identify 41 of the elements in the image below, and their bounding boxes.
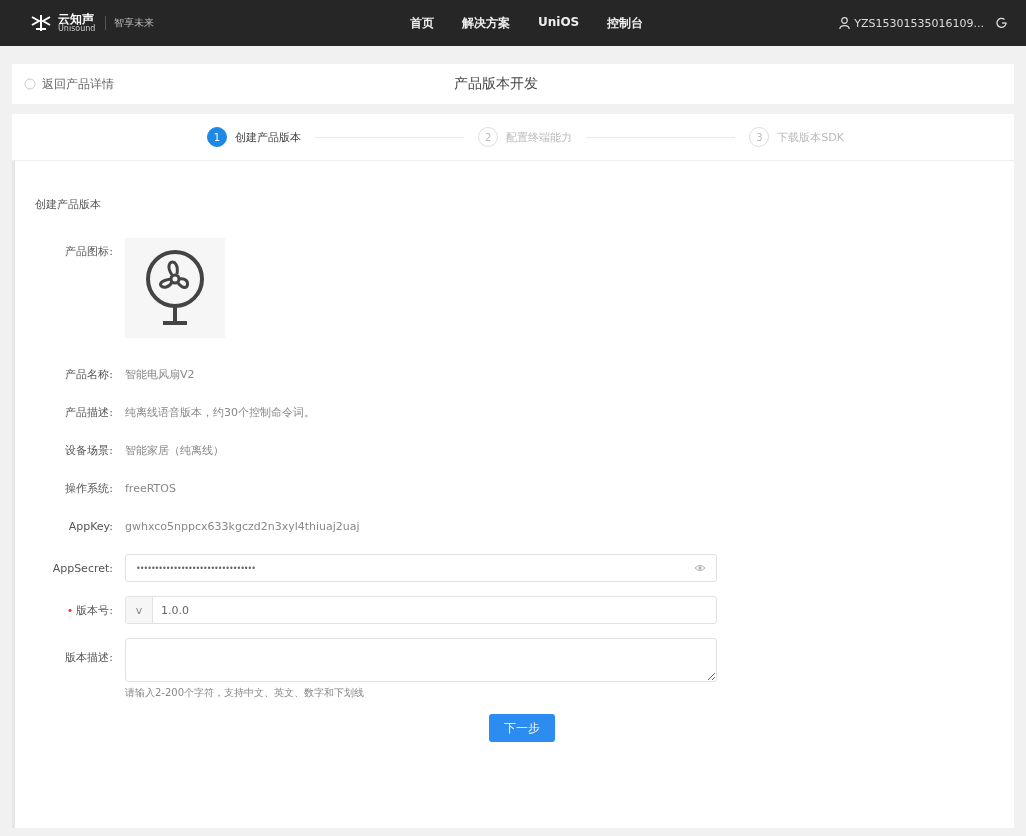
field-value: 纯离线语音版本，约30个控制命令词。 xyxy=(125,404,315,420)
logout-icon[interactable] xyxy=(996,17,1008,29)
step-label: 创建产品版本 xyxy=(235,129,301,145)
field-value: 智能电风扇V2 xyxy=(125,366,195,382)
field-label: AppKey: xyxy=(67,519,114,533)
fan-icon xyxy=(144,248,206,328)
step-number: 1 xyxy=(207,127,227,147)
step-label: 配置终端能力 xyxy=(506,129,573,145)
nav-link[interactable]: 解决方案 xyxy=(462,14,510,32)
user-icon xyxy=(839,17,851,29)
field-label: AppSecret: xyxy=(51,561,114,575)
user-name[interactable]: YZS15301535016109... xyxy=(854,16,984,30)
nav-link[interactable]: 首页 xyxy=(410,14,434,32)
field-label: 操作系统: xyxy=(64,480,114,496)
section-title: 创建产品版本 xyxy=(35,197,102,212)
eye-icon[interactable] xyxy=(694,564,706,572)
nav-link[interactable]: 控制台 xyxy=(607,14,644,32)
field-label: 产品名称: xyxy=(64,366,114,382)
description-field[interactable] xyxy=(125,638,717,682)
field-label: 产品图标: xyxy=(64,244,114,259)
field-label: 设备场景: xyxy=(64,442,114,458)
field-value: 智能家居（纯离线） xyxy=(125,442,224,458)
logo-subtitle: Unisound xyxy=(58,25,96,33)
field-hint: 请输入2-200个字符，支持中文、英文、数字和下划线 xyxy=(125,686,366,700)
step-label: 下载版本SDK xyxy=(777,129,844,145)
nav-link[interactable]: UniOS xyxy=(538,14,580,32)
version-field[interactable]: v 1.0.0 xyxy=(125,596,717,624)
field-value: gwhxco5nppcx633kgczd2n3xyl4thiuaj2uaj xyxy=(125,519,360,533)
field-label: 产品描述: xyxy=(64,404,114,420)
logo-name: 云知声 xyxy=(58,13,94,25)
required-mark: • xyxy=(66,603,74,617)
field-label: • 版本号: xyxy=(65,602,114,618)
version-prefix: v xyxy=(126,597,153,623)
logo-icon xyxy=(30,13,52,33)
page-title: 产品版本开发 xyxy=(454,75,538,93)
slogan: 智享未来 xyxy=(105,16,155,30)
secret-field[interactable]: •••••••••••••••••••••••••••••••• xyxy=(125,554,717,582)
field-value: freeRTOS xyxy=(125,481,176,495)
field-label: 版本描述: xyxy=(64,650,114,665)
version-value: 1.0.0 xyxy=(160,603,190,617)
back-link[interactable]: 返回产品详情 xyxy=(24,75,454,93)
